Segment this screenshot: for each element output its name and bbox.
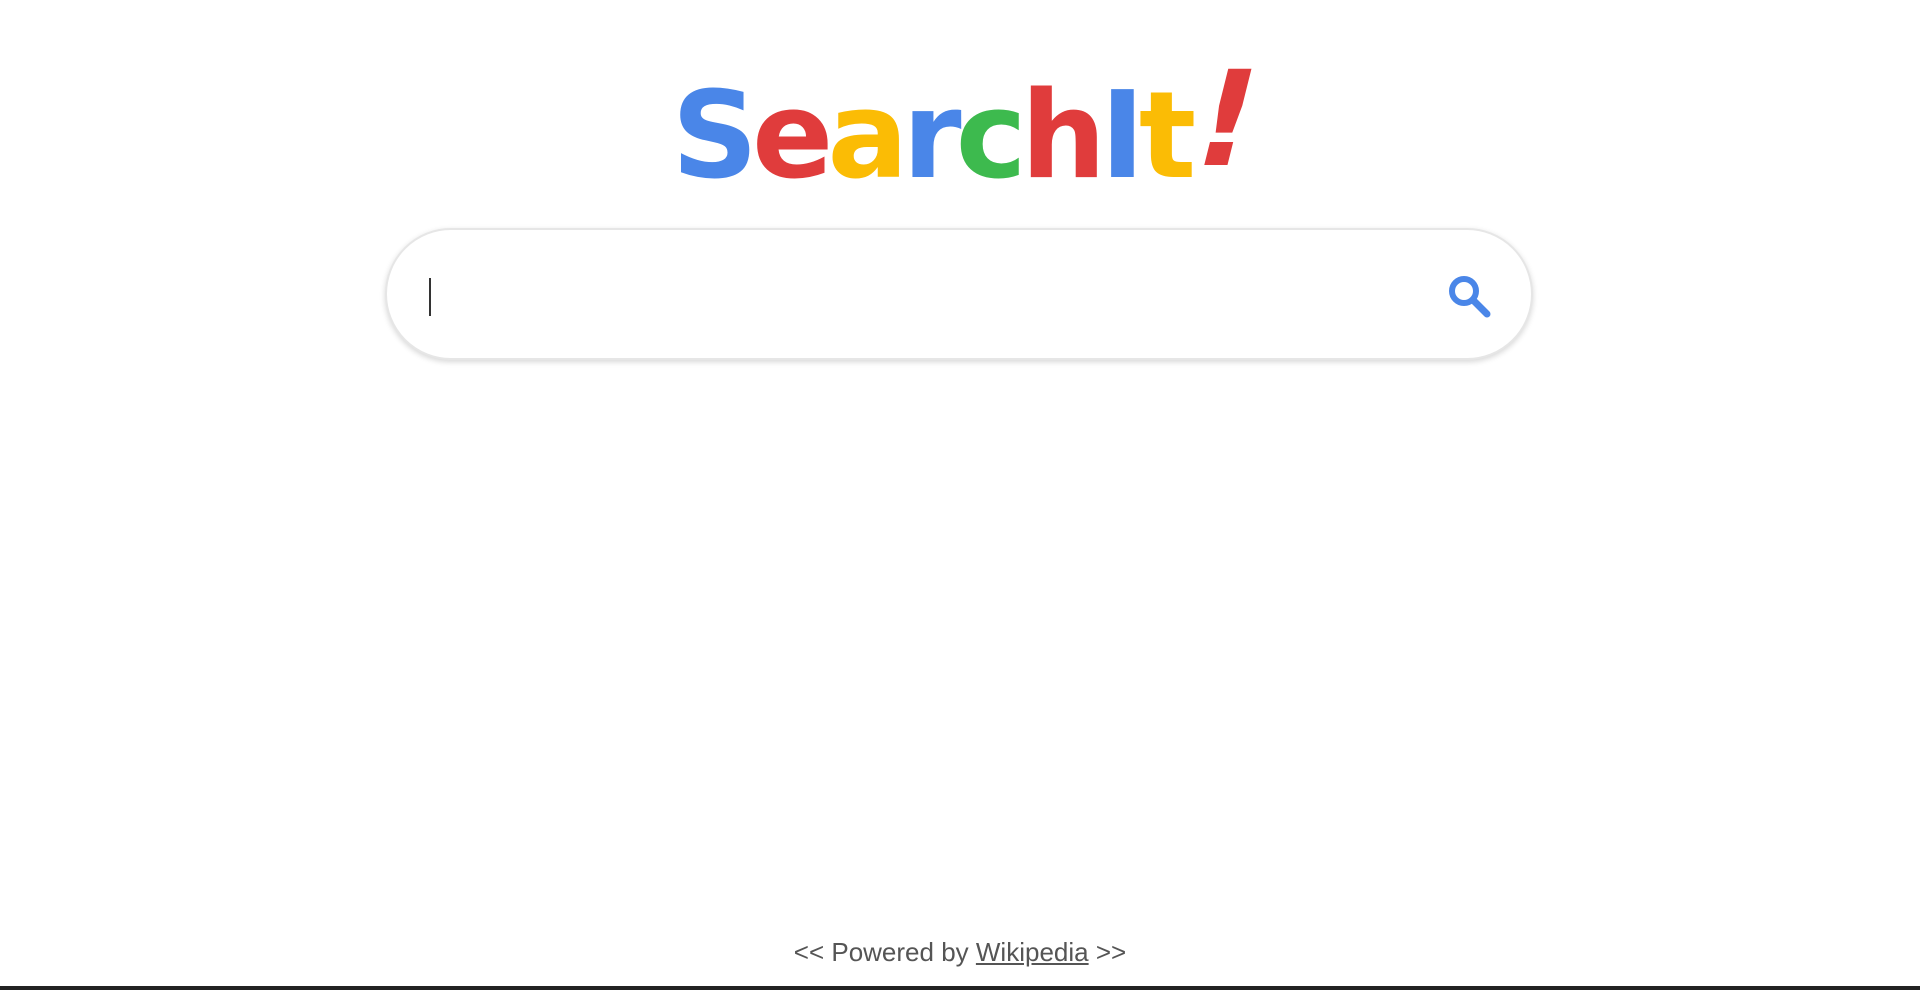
logo-letter-s: S bbox=[671, 67, 758, 206]
logo-letter-a: a bbox=[827, 67, 908, 206]
search-button[interactable] bbox=[1445, 272, 1493, 320]
logo-exclamation: ! bbox=[1177, 43, 1271, 197]
logo-letter-i: I bbox=[1100, 67, 1145, 206]
search-box bbox=[385, 228, 1533, 360]
text-caret bbox=[429, 278, 431, 316]
logo-letter-r: r bbox=[902, 67, 961, 206]
logo-letter-h: h bbox=[1020, 67, 1106, 206]
bottom-border bbox=[0, 986, 1920, 990]
footer: << Powered by Wikipedia >> bbox=[0, 937, 1920, 968]
footer-prefix: << Powered by bbox=[793, 937, 969, 967]
logo: SearchIt! bbox=[0, 43, 1920, 206]
logo-letter-e: e bbox=[752, 67, 833, 206]
logo-letter-c: c bbox=[955, 67, 1027, 206]
search-icon bbox=[1449, 276, 1491, 318]
footer-suffix: >> bbox=[1095, 937, 1127, 967]
wikipedia-link[interactable]: Wikipedia bbox=[976, 937, 1089, 967]
search-page: SearchIt! << Powered by Wikipedia >> bbox=[0, 0, 1920, 990]
search-input[interactable] bbox=[427, 260, 1387, 330]
